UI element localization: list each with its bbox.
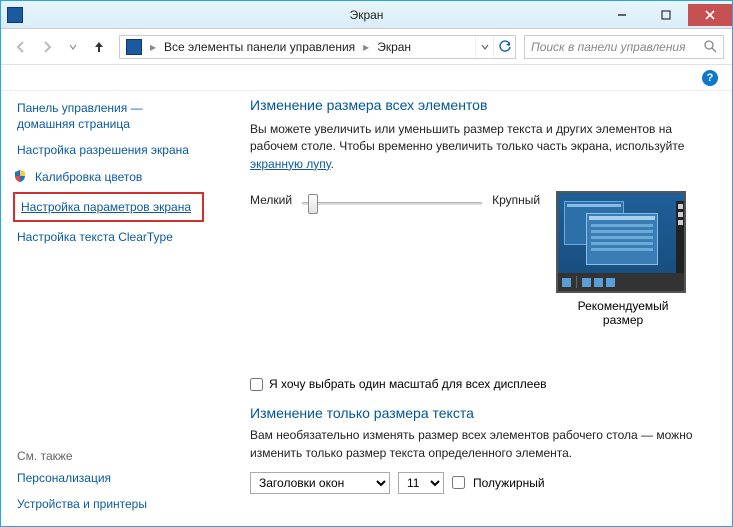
- close-button[interactable]: [688, 4, 732, 26]
- sidebar-resolution[interactable]: Настройка разрешения экрана: [13, 137, 204, 163]
- preview-caption: Рекомендуемый размер: [556, 299, 690, 327]
- window-title: Экран: [350, 8, 384, 22]
- magnifier-link[interactable]: экранную лупу: [250, 157, 331, 171]
- chevron-right-icon[interactable]: ▸: [361, 40, 371, 54]
- refresh-button[interactable]: [493, 36, 515, 58]
- element-select[interactable]: Заголовки окон: [250, 472, 390, 494]
- recent-dropdown[interactable]: [61, 35, 85, 59]
- nav-bar: ▸ Все элементы панели управления ▸ Экран: [1, 29, 732, 65]
- chevron-right-icon[interactable]: ▸: [148, 40, 158, 54]
- seealso-header: См. также: [13, 443, 204, 465]
- breadcrumb-item[interactable]: Все элементы панели управления: [158, 36, 361, 58]
- address-dropdown[interactable]: [475, 36, 493, 58]
- desc-text: Вы можете увеличить или уменьшить размер…: [250, 122, 684, 153]
- sidebar-calibrate[interactable]: Калибровка цветов: [31, 164, 146, 190]
- bold-checkbox[interactable]: [452, 476, 465, 489]
- seealso-devices[interactable]: Устройства и принтеры: [13, 491, 204, 517]
- slider-thumb[interactable]: [308, 194, 318, 214]
- seealso-personalization[interactable]: Персонализация: [13, 465, 204, 491]
- toolbar-row: ?: [1, 65, 732, 91]
- search-input[interactable]: [531, 40, 698, 54]
- main-panel: Изменение размера всех элементов Вы може…: [216, 91, 732, 527]
- fontsize-select[interactable]: 11: [398, 472, 444, 494]
- breadcrumb-item[interactable]: Экран: [371, 36, 417, 58]
- page-heading: Изменение размера всех элементов: [250, 97, 712, 113]
- slider-min-label: Мелкий: [250, 191, 292, 207]
- sidebar: Панель управления — домашняя страница На…: [1, 91, 216, 527]
- shield-icon: [13, 169, 27, 183]
- text-size-heading: Изменение только размера текста: [250, 405, 712, 421]
- location-icon: [126, 39, 142, 55]
- back-button[interactable]: [9, 35, 33, 59]
- same-scale-label[interactable]: Я хочу выбрать один масштаб для всех дис…: [269, 377, 547, 391]
- sidebar-cleartype[interactable]: Настройка текста ClearType: [13, 224, 204, 250]
- page-description: Вы можете увеличить или уменьшить размер…: [250, 121, 712, 173]
- app-icon: [7, 7, 23, 23]
- desc-post: .: [331, 157, 334, 171]
- title-bar: Экран: [1, 1, 732, 29]
- text-size-desc: Вам необязательно изменять размер всех э…: [250, 427, 712, 462]
- preview-image: [556, 191, 686, 293]
- slider-max-label: Крупный: [492, 191, 540, 207]
- same-scale-checkbox[interactable]: [250, 378, 263, 391]
- forward-button[interactable]: [35, 35, 59, 59]
- up-button[interactable]: [87, 35, 111, 59]
- sidebar-highlighted: Настройка параметров экрана: [13, 192, 204, 222]
- bold-label[interactable]: Полужирный: [473, 476, 545, 490]
- minimize-button[interactable]: [600, 4, 644, 26]
- sidebar-home[interactable]: Панель управления — домашняя страница: [13, 95, 204, 137]
- help-icon[interactable]: ?: [702, 70, 718, 86]
- size-slider[interactable]: [302, 194, 482, 218]
- search-box[interactable]: [524, 35, 724, 59]
- sidebar-screen-params[interactable]: Настройка параметров экрана: [17, 194, 200, 220]
- maximize-button[interactable]: [644, 4, 688, 26]
- address-bar[interactable]: ▸ Все элементы панели управления ▸ Экран: [119, 35, 516, 59]
- search-icon: [704, 40, 717, 53]
